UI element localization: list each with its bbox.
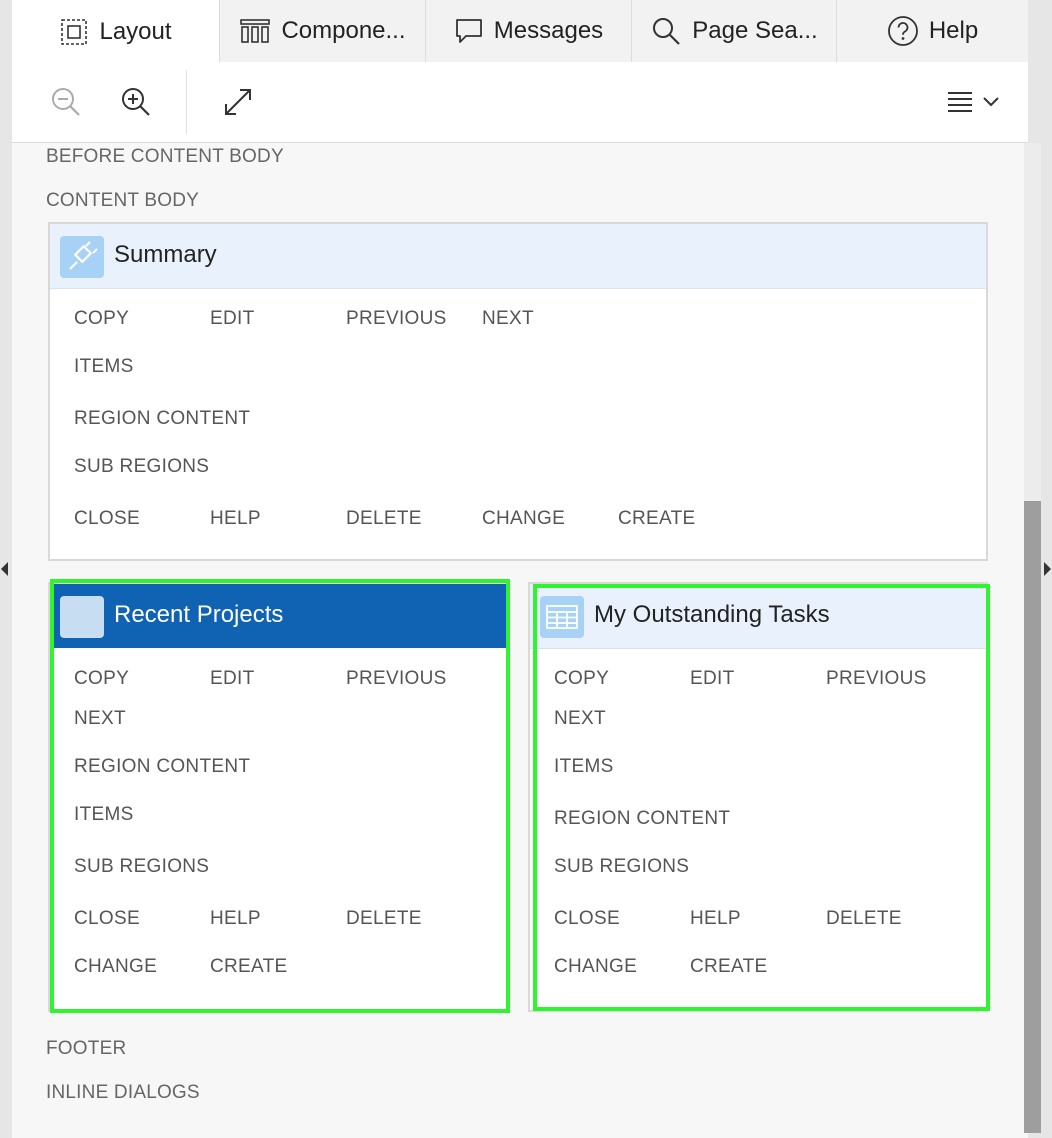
section-inline-dialogs: INLINE DIALOGS — [46, 1082, 200, 1103]
columns-icon — [240, 19, 271, 43]
recent-items[interactable]: ITEMS — [74, 804, 134, 826]
table-icon — [540, 596, 584, 638]
tasks-edit[interactable]: EDIT — [690, 668, 734, 690]
recent-help[interactable]: HELP — [210, 908, 261, 930]
zoom-in-icon — [122, 88, 150, 116]
zoom-out-button[interactable] — [46, 82, 86, 122]
region-my-outstanding-tasks-title: My Outstanding Tasks — [594, 601, 830, 628]
region-summary-header[interactable]: Summary — [50, 224, 986, 289]
tab-help[interactable]: Help — [837, 0, 1028, 62]
recent-sub-regions[interactable]: SUB REGIONS — [74, 856, 209, 878]
region-my-outstanding-tasks[interactable]: My Outstanding Tasks COPY EDIT PREVIOUS … — [528, 582, 988, 1012]
recent-region-content[interactable]: REGION CONTENT — [74, 756, 250, 778]
recent-create[interactable]: CREATE — [210, 956, 287, 978]
tasks-close[interactable]: CLOSE — [554, 908, 620, 930]
summary-help[interactable]: HELP — [210, 508, 261, 530]
summary-delete[interactable]: DELETE — [346, 508, 422, 530]
tab-page-search[interactable]: Page Sea... — [632, 0, 837, 62]
recent-previous[interactable]: PREVIOUS — [346, 668, 447, 690]
zoom-in-button[interactable] — [116, 82, 156, 122]
layout-icon — [61, 18, 88, 45]
toolbar-divider — [186, 70, 187, 134]
tasks-delete[interactable]: DELETE — [826, 908, 902, 930]
tasks-items[interactable]: ITEMS — [554, 756, 614, 778]
summary-change[interactable]: CHANGE — [482, 508, 565, 530]
tab-layout-label: Layout — [99, 17, 172, 45]
section-before-content-body: BEFORE CONTENT BODY — [46, 146, 284, 167]
region-recent-projects-title: Recent Projects — [114, 601, 284, 628]
plug-icon — [60, 236, 104, 278]
summary-next[interactable]: NEXT — [482, 308, 534, 330]
left-collapse-arrow-icon[interactable] — [1, 562, 8, 576]
tab-bar: Layout Compone... Messages Page Sea... H… — [12, 0, 1028, 63]
tab-page-search-label: Page Sea... — [692, 17, 818, 44]
tasks-region-content[interactable]: REGION CONTENT — [554, 808, 730, 830]
right-collapse-arrow-icon[interactable] — [1044, 562, 1051, 576]
tab-messages-label: Messages — [493, 17, 604, 44]
menu-button[interactable] — [942, 82, 1006, 122]
summary-sub-regions[interactable]: SUB REGIONS — [74, 456, 209, 478]
search-icon — [653, 18, 681, 45]
summary-edit[interactable]: EDIT — [210, 308, 254, 330]
tasks-sub-regions[interactable]: SUB REGIONS — [554, 856, 689, 878]
tab-help-label: Help — [928, 17, 979, 44]
summary-close[interactable]: CLOSE — [74, 508, 140, 530]
help-circle-icon — [887, 16, 918, 46]
expand-icon — [225, 89, 251, 115]
scrollbar-thumb[interactable] — [1024, 501, 1041, 1133]
summary-previous[interactable]: PREVIOUS — [346, 308, 447, 330]
blank-region-icon — [60, 596, 104, 638]
region-recent-projects-header[interactable]: Recent Projects — [50, 584, 506, 648]
zoom-out-icon — [52, 88, 80, 116]
summary-copy[interactable]: COPY — [74, 308, 129, 330]
recent-change[interactable]: CHANGE — [74, 956, 157, 978]
tasks-create[interactable]: CREATE — [690, 956, 767, 978]
summary-items[interactable]: ITEMS — [74, 356, 134, 378]
tasks-previous[interactable]: PREVIOUS — [826, 668, 927, 690]
region-recent-projects[interactable]: Recent Projects COPY EDIT PREVIOUS NEXT … — [48, 582, 508, 1012]
recent-next[interactable]: NEXT — [74, 708, 126, 730]
tab-components[interactable]: Compone... — [220, 0, 426, 62]
section-content-body: CONTENT BODY — [46, 190, 200, 211]
tasks-copy[interactable]: COPY — [554, 668, 609, 690]
summary-create[interactable]: CREATE — [618, 508, 695, 530]
region-summary-title: Summary — [114, 241, 217, 268]
recent-edit[interactable]: EDIT — [210, 668, 254, 690]
summary-region-content[interactable]: REGION CONTENT — [74, 408, 250, 430]
tasks-change[interactable]: CHANGE — [554, 956, 637, 978]
tab-components-label: Compone... — [281, 17, 406, 44]
recent-close[interactable]: CLOSE — [74, 908, 140, 930]
speech-bubble-icon — [455, 19, 482, 43]
section-footer: FOOTER — [46, 1038, 127, 1059]
tasks-next[interactable]: NEXT — [554, 708, 606, 730]
region-summary[interactable]: Summary COPY EDIT PREVIOUS NEXT ITEMS RE… — [48, 222, 988, 561]
tab-layout[interactable]: Layout — [12, 0, 220, 63]
tasks-help[interactable]: HELP — [690, 908, 741, 930]
region-my-outstanding-tasks-header[interactable]: My Outstanding Tasks — [530, 584, 986, 649]
tab-messages[interactable]: Messages — [426, 0, 632, 62]
toolbar — [12, 62, 1028, 143]
recent-delete[interactable]: DELETE — [346, 908, 422, 930]
recent-copy[interactable]: COPY — [74, 668, 129, 690]
vertical-scrollbar[interactable] — [1024, 143, 1041, 1133]
menu-icon — [948, 92, 999, 112]
expand-button[interactable] — [218, 82, 258, 122]
